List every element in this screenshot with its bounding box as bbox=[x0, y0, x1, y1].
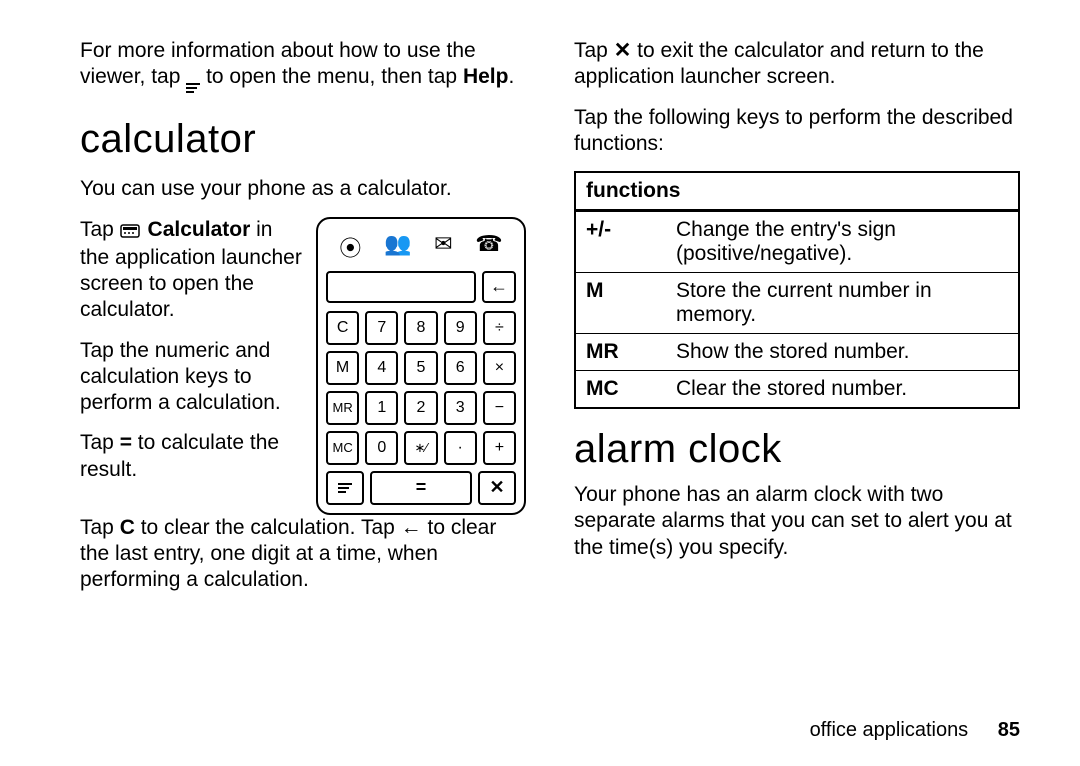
section-name: office applications bbox=[810, 719, 969, 741]
close-icon: ✕ bbox=[614, 39, 632, 62]
alarm-clock-para: Your phone has an alarm clock with two s… bbox=[574, 482, 1020, 561]
page-number: 85 bbox=[998, 719, 1020, 741]
calculator-heading: calculator bbox=[80, 117, 526, 162]
right-column: Tap ✕ to exit the calculator and return … bbox=[574, 38, 1020, 607]
calc-menu-key bbox=[326, 471, 364, 505]
table-row: MC Clear the stored number. bbox=[575, 371, 1019, 409]
help-label: Help bbox=[463, 65, 509, 88]
contacts-icon: 👥 bbox=[384, 231, 411, 263]
key-6: 6 bbox=[444, 351, 477, 385]
key-sign: ∗⁄ bbox=[404, 431, 437, 465]
status-icon: ⦿ bbox=[339, 231, 361, 263]
key-divide: ÷ bbox=[483, 311, 516, 345]
page-footer: office applications 85 bbox=[810, 719, 1020, 742]
calculator-illustration: ⦿ 👥 ✉ ☎ ← C 7 8 9 ÷ M 4 5 bbox=[316, 217, 526, 515]
viewer-help-para: For more information about how to use th… bbox=[80, 38, 526, 93]
equals-para: Tap = to calculate the result. bbox=[80, 430, 302, 483]
table-row: +/- Change the entry's sign (positive/ne… bbox=[575, 211, 1019, 273]
phone-icon: ☎ bbox=[475, 231, 502, 263]
key-mr: MR bbox=[326, 391, 359, 425]
key-multiply: × bbox=[483, 351, 516, 385]
key-7: 7 bbox=[365, 311, 398, 345]
calculator-keypad: C 7 8 9 ÷ M 4 5 6 × MR 1 2 3 − MC 0 bbox=[326, 311, 516, 465]
key-minus: − bbox=[483, 391, 516, 425]
key-0: 0 bbox=[365, 431, 398, 465]
key-m: M bbox=[326, 351, 359, 385]
clear-para: Tap C to clear the calculation. Tap ← to… bbox=[80, 515, 526, 594]
calculator-app-icon bbox=[120, 219, 142, 245]
key-plus: + bbox=[483, 431, 516, 465]
key-3: 3 bbox=[444, 391, 477, 425]
calculator-display bbox=[326, 271, 476, 303]
open-calculator-para: Tap Calculator in the application launch… bbox=[80, 217, 302, 324]
calculator-intro: You can use your phone as a calculator. bbox=[80, 176, 526, 202]
left-column: For more information about how to use th… bbox=[80, 38, 526, 607]
table-row: M Store the current number in memory. bbox=[575, 273, 1019, 334]
calc-equals-key: = bbox=[370, 471, 472, 505]
functions-intro: Tap the following keys to perform the de… bbox=[574, 105, 1020, 158]
menu-icon bbox=[186, 83, 200, 93]
mail-icon: ✉ bbox=[434, 231, 452, 263]
key-8: 8 bbox=[404, 311, 437, 345]
key-1: 1 bbox=[365, 391, 398, 425]
functions-header: functions bbox=[575, 172, 1019, 211]
numeric-keys-para: Tap the numeric and calculation keys to … bbox=[80, 338, 302, 417]
arrow-left-icon: ← bbox=[401, 516, 422, 539]
table-row: MR Show the stored number. bbox=[575, 334, 1019, 371]
key-c: C bbox=[326, 311, 359, 345]
key-9: 9 bbox=[444, 311, 477, 345]
exit-para: Tap ✕ to exit the calculator and return … bbox=[574, 38, 1020, 91]
calc-close-key: ✕ bbox=[478, 471, 516, 505]
key-dot: · bbox=[444, 431, 477, 465]
key-2: 2 bbox=[404, 391, 437, 425]
functions-table: functions +/- Change the entry's sign (p… bbox=[574, 171, 1020, 409]
alarm-clock-heading: alarm clock bbox=[574, 427, 1020, 472]
key-5: 5 bbox=[404, 351, 437, 385]
key-mc: MC bbox=[326, 431, 359, 465]
backspace-key: ← bbox=[482, 271, 516, 303]
key-4: 4 bbox=[365, 351, 398, 385]
